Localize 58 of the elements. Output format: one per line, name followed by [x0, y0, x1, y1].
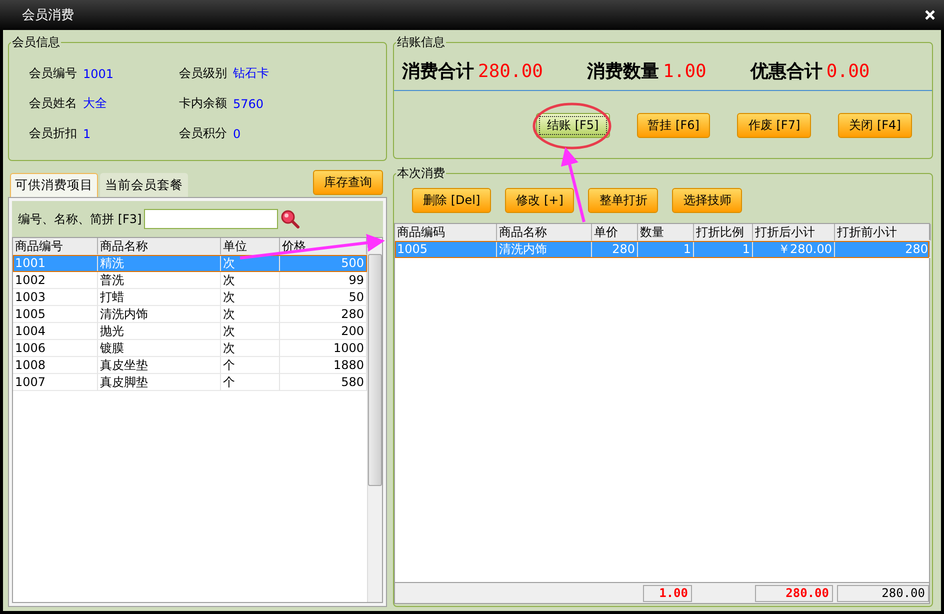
window-title: 会员消费	[22, 7, 74, 24]
total-label: 优惠合计	[750, 60, 822, 83]
table-cell: 1	[638, 241, 694, 258]
field-value: 大全	[83, 95, 108, 112]
table-row[interactable]: 1005 清洗内饰 次 280	[13, 306, 367, 323]
table-cell: 个	[221, 374, 280, 391]
table-cell: 清洗内饰	[497, 241, 592, 258]
action-button[interactable]: 关闭 [F4]	[838, 113, 912, 138]
footer-total: 280.00	[837, 584, 929, 602]
table-cell: 1	[694, 241, 753, 258]
tab[interactable]: 当前会员套餐	[100, 173, 188, 197]
footer-total: 280.00	[755, 584, 833, 602]
action-button[interactable]: 删除 [Del]	[412, 188, 492, 213]
field-label: 会员级别	[179, 65, 228, 82]
table-row[interactable]: 1008 真皮坐垫 个 1880	[13, 357, 367, 374]
total-value: 280.00	[478, 60, 544, 82]
table-row[interactable]: 1004 抛光 次 200	[13, 323, 367, 340]
field-value: 5760	[233, 96, 265, 110]
field-value: 1	[83, 126, 92, 140]
field-label: 卡内余额	[179, 95, 228, 112]
total-value: 1.00	[663, 60, 706, 82]
field-label: 会员积分	[179, 125, 228, 142]
group-title: 本次消费	[396, 165, 446, 182]
search-icon[interactable]	[280, 209, 300, 229]
action-button[interactable]: 暂挂 [F6]	[636, 113, 710, 138]
search-label: 编号、名称、简拼 [F3]	[18, 210, 142, 228]
table-cell: 1007	[13, 374, 98, 391]
group-title: 会员信息	[11, 34, 61, 51]
total-value: 0.00	[826, 60, 870, 82]
field-label: 会员编号	[29, 65, 78, 82]
table-cell: 280	[835, 241, 931, 258]
field-label: 会员折扣	[29, 125, 78, 142]
field-value: 1001	[83, 66, 115, 80]
footer-total: 1.00	[643, 584, 692, 602]
table-cell: 1005	[395, 241, 497, 258]
action-button[interactable]: 结账 [F5]	[536, 113, 610, 138]
action-button[interactable]: 选择技师	[672, 188, 742, 213]
tab[interactable]: 可供消费项目	[10, 173, 98, 197]
action-button[interactable]: 整单打折	[588, 188, 658, 213]
table-cell: 真皮脚垫	[98, 374, 221, 391]
action-button[interactable]: 修改 [+]	[505, 188, 574, 213]
field-value: 钻石卡	[233, 65, 270, 82]
table-cell: 280	[592, 241, 638, 258]
total-label: 消费合计	[402, 60, 474, 83]
stock-query-button[interactable]: 库存查询	[313, 170, 383, 195]
action-button[interactable]: 作废 [F7]	[737, 113, 812, 138]
field-value: 0	[233, 126, 242, 140]
scrollbar[interactable]	[367, 238, 382, 602]
table-row[interactable]: 1006 镀膜 次 1000	[13, 340, 367, 357]
total-label: 消费数量	[587, 60, 660, 83]
field-label: 会员姓名	[29, 95, 78, 112]
table-cell: ￥280.00	[753, 241, 835, 258]
close-icon[interactable]	[924, 9, 936, 21]
table-row[interactable]: 1003 打蜡 次 50	[13, 289, 367, 306]
group-title: 结账信息	[396, 34, 446, 51]
table-row[interactable]: 1007 真皮脚垫 个 580	[13, 374, 367, 391]
search-field[interactable]	[144, 209, 278, 229]
table-row[interactable]: 1002 普洗 次 99	[13, 272, 367, 289]
